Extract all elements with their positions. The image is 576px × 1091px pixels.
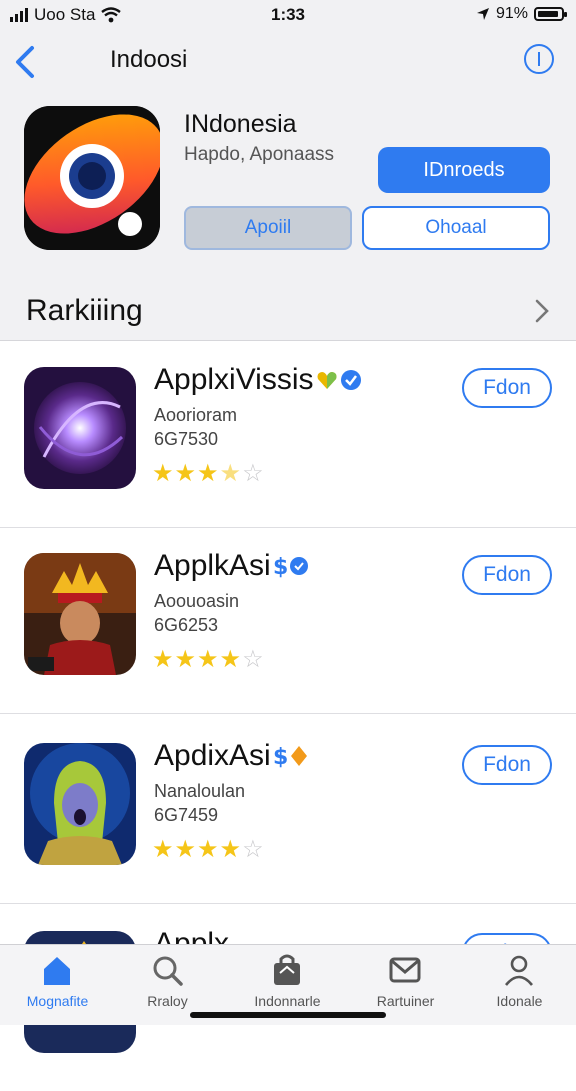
info-icon[interactable] — [524, 44, 554, 74]
nav-title: Indoosi — [110, 46, 188, 73]
app-count: 6G7530 — [154, 429, 219, 449]
search-icon — [153, 956, 183, 986]
tab-home[interactable]: Mognafite — [0, 945, 115, 1025]
app-name: INdonesia — [184, 110, 297, 138]
section-title: Rarkiiing — [26, 294, 143, 327]
bag-icon — [274, 954, 300, 985]
chevron-right-icon[interactable] — [532, 296, 552, 326]
get-button[interactable]: Fdon — [462, 555, 552, 595]
app-category: Aoouoasin — [154, 591, 240, 611]
get-button[interactable]: Fdon — [462, 368, 552, 408]
list-item[interactable]: ApplxiVissis Aoorioram 6G7530 ★★★★☆ Fdon — [0, 341, 576, 528]
battery-level — [538, 11, 558, 17]
back-chevron-icon[interactable] — [12, 44, 40, 80]
tab-label: Mognafite — [26, 993, 89, 1009]
get-button[interactable]: Fdon — [462, 745, 552, 785]
star-icon: ★ — [174, 646, 198, 673]
app-title: ApplxiVissis — [154, 363, 362, 397]
star-icon: ☆ — [242, 460, 265, 487]
star-icon: ★ — [197, 460, 220, 487]
home-icon — [44, 957, 70, 985]
rating-stars: ★★★★☆ — [152, 459, 265, 488]
mail-icon — [389, 957, 421, 983]
app-subtitle: Hapdo, Aponaass — [184, 144, 335, 165]
list-item[interactable]: ApplkAsi $ Aoouoasin 6G6253 ★★★★☆ Fdon — [0, 527, 576, 714]
tab-profile[interactable]: Idonale — [462, 945, 576, 1025]
app-title: ApdixAsi $ — [154, 739, 309, 773]
star-icon: ★ — [219, 460, 243, 487]
star-icon: ★ — [197, 836, 220, 863]
rating-stars: ★★★★☆ — [152, 645, 265, 674]
tab-label: Rraloy — [147, 993, 188, 1009]
status-bar: Uoo Sta 1:33 91% — [0, 0, 576, 32]
star-icon: ☆ — [242, 646, 265, 673]
battery-percent: 91% — [495, 5, 528, 22]
app-category: Aoorioram — [154, 405, 238, 425]
star-icon: ★ — [197, 646, 220, 673]
app-title: ApplkAsi $ — [154, 549, 309, 583]
location-icon — [476, 8, 489, 20]
app-count: 6G7459 — [154, 805, 219, 825]
star-icon: ☆ — [242, 836, 265, 863]
star-icon: ★ — [174, 460, 198, 487]
tab-label: Indonnarle — [254, 993, 321, 1009]
outline-button[interactable]: Ohoaal — [362, 206, 550, 250]
dollar-badge-icon: $ — [273, 555, 308, 578]
home-indicator — [190, 1012, 386, 1018]
app-count: 6G6253 — [154, 615, 219, 635]
app-category: Nanaloulan — [154, 781, 246, 801]
tab-label: Idonale — [496, 993, 543, 1009]
app-icon — [24, 553, 136, 675]
app-title-text: ApdixAsi — [154, 739, 271, 772]
app-icon — [24, 743, 136, 865]
star-icon: ★ — [152, 836, 175, 863]
diamond-badge-icon: $ — [273, 745, 307, 768]
status-right: 91% — [476, 5, 567, 23]
primary-download-button[interactable]: IDnroeds — [378, 147, 550, 193]
star-icon: ★ — [152, 460, 175, 487]
app-icon — [24, 367, 136, 489]
profile-icon — [504, 955, 534, 986]
tab-label: Rartuiner — [376, 993, 435, 1009]
verified-badge-icon — [340, 370, 361, 390]
secondary-button[interactable]: Apoiil — [184, 206, 352, 250]
star-icon: ★ — [219, 646, 243, 673]
svg-text:$: $ — [273, 555, 288, 578]
heart-badge-icon — [317, 372, 337, 389]
star-icon: ★ — [219, 836, 243, 863]
hero-app-icon — [24, 106, 160, 250]
svg-text:$: $ — [273, 745, 288, 768]
list-item[interactable]: ApdixAsi $ Nanaloulan 6G7459 ★★★★☆ Fdon — [0, 717, 576, 904]
app-header: Indoosi INdonesia Hapdo, Aponaass IDnroe… — [0, 32, 576, 341]
app-title-text: ApplxiVissis — [154, 363, 314, 396]
star-icon: ★ — [152, 646, 175, 673]
star-icon: ★ — [174, 836, 198, 863]
app-title-text: ApplkAsi — [154, 549, 271, 582]
battery-icon — [534, 7, 567, 21]
rating-stars: ★★★★☆ — [152, 835, 265, 864]
